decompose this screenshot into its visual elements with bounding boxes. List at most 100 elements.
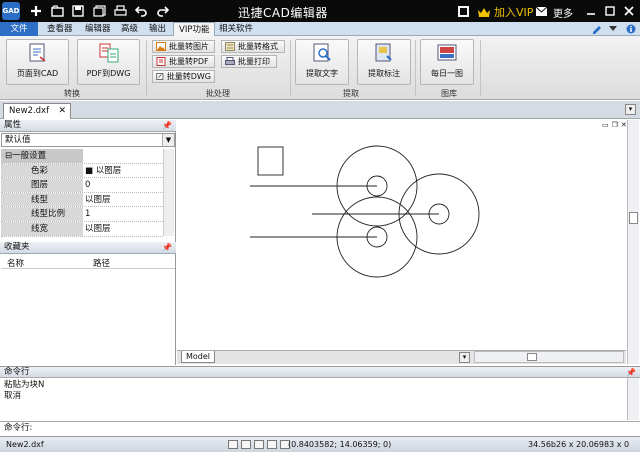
snap-icon[interactable] bbox=[228, 440, 238, 449]
ortho-icon[interactable] bbox=[254, 440, 264, 449]
settings-dropdown-icon[interactable] bbox=[606, 23, 620, 35]
group-separator bbox=[415, 40, 416, 96]
properties-scrollbar[interactable] bbox=[163, 149, 174, 236]
window-title: 迅捷CAD编辑器 bbox=[238, 6, 328, 20]
batch-to-image-button[interactable]: 批量转图片 bbox=[152, 40, 215, 53]
close-icon[interactable]: ✕ bbox=[621, 121, 627, 129]
polar-icon[interactable] bbox=[267, 440, 277, 449]
property-key: 色彩 bbox=[1, 163, 83, 178]
status-bar: New2.dxf (0.8403582; 14.06359; 0) 34.56b… bbox=[0, 436, 640, 452]
document-tab[interactable]: New2.dxf ✕ bbox=[3, 103, 71, 119]
status-drawing-size: 34.56b26 x 20.06983 x 0 bbox=[528, 440, 630, 449]
close-icon[interactable] bbox=[621, 3, 637, 19]
tab-vip[interactable]: VIP功能 bbox=[173, 22, 216, 37]
column-header-path[interactable]: 路径 bbox=[93, 257, 110, 269]
new-file-icon[interactable] bbox=[28, 3, 44, 19]
close-tab-icon[interactable]: ✕ bbox=[58, 104, 66, 118]
scroll-thumb[interactable] bbox=[527, 353, 537, 361]
pdf-to-dwg-button[interactable]: PDF到DWG bbox=[77, 39, 140, 85]
tab-file[interactable]: 文件 bbox=[0, 22, 38, 36]
tab-viewer[interactable]: 查看器 bbox=[42, 22, 78, 36]
pin-icon[interactable]: 📌 bbox=[162, 242, 172, 253]
print-icon[interactable] bbox=[112, 3, 128, 19]
pdf-to-dwg-icon bbox=[99, 43, 118, 63]
join-vip-label: 加入VIP bbox=[494, 6, 534, 19]
extract-dimension-button[interactable]: 提取标注 bbox=[357, 39, 411, 85]
column-header-name[interactable]: 名称 bbox=[7, 257, 24, 269]
tab-output[interactable]: 输出 bbox=[144, 22, 171, 36]
batch-to-dwg-label: 批量转DWG bbox=[166, 72, 211, 81]
extract-text-button[interactable]: 提取文字 bbox=[295, 39, 349, 85]
horizontal-scrollbar[interactable] bbox=[474, 351, 624, 363]
help-icon[interactable] bbox=[590, 23, 604, 35]
restore-icon[interactable]: ❐ bbox=[612, 121, 618, 129]
command-history-line: 取消 bbox=[4, 391, 22, 401]
properties-panel-header: 属性 📌 bbox=[0, 120, 176, 132]
batch-to-dwg-button[interactable]: 批量转DWG bbox=[152, 70, 215, 83]
property-value: ■ 以图层 bbox=[85, 165, 122, 176]
minimize-icon[interactable] bbox=[583, 3, 599, 19]
batch-convert-format-button[interactable]: 批量转格式 bbox=[221, 40, 285, 53]
batch-to-image-label: 批量转图片 bbox=[169, 42, 209, 51]
store-icon[interactable] bbox=[455, 3, 471, 19]
pin-icon[interactable]: 📌 bbox=[162, 120, 172, 131]
pdf-icon bbox=[156, 57, 166, 66]
command-history-line: 粘贴为块N bbox=[4, 380, 45, 390]
property-value: 以图层 bbox=[85, 194, 111, 205]
batch-print-button[interactable]: 批量打印 bbox=[221, 55, 277, 68]
tab-list-dropdown-icon[interactable]: ▾ bbox=[625, 104, 636, 115]
page-to-cad-icon bbox=[29, 43, 45, 62]
app-logo: GAD bbox=[2, 2, 20, 20]
tab-editor[interactable]: 编辑器 bbox=[80, 22, 116, 36]
command-scrollbar[interactable] bbox=[627, 378, 639, 420]
tab-advanced[interactable]: 高级 bbox=[116, 22, 143, 36]
drawing-canvas[interactable] bbox=[177, 120, 626, 350]
extract-dimension-label: 提取标注 bbox=[368, 69, 400, 78]
tab-model[interactable]: Model bbox=[181, 351, 215, 363]
group-label-extract: 提取 bbox=[343, 89, 359, 98]
group-label-gallery: 图库 bbox=[441, 89, 457, 98]
property-row-linetype[interactable]: 线型 以图层 bbox=[1, 192, 163, 208]
undo-icon[interactable] bbox=[133, 3, 149, 19]
command-input[interactable]: 命令行: bbox=[0, 421, 640, 435]
batch-to-pdf-button[interactable]: 批量转PDF bbox=[152, 55, 215, 68]
mail-icon[interactable] bbox=[533, 3, 549, 19]
image-icon bbox=[156, 42, 166, 51]
property-key: 线型 bbox=[1, 192, 83, 207]
group-separator bbox=[480, 40, 481, 96]
redo-icon[interactable] bbox=[154, 3, 170, 19]
save-icon[interactable] bbox=[70, 3, 86, 19]
pin-icon[interactable]: 📌 bbox=[626, 367, 636, 378]
status-toggle-icons bbox=[228, 440, 290, 449]
drawing-svg bbox=[250, 145, 480, 278]
open-icon[interactable] bbox=[49, 3, 65, 19]
save-all-icon[interactable] bbox=[91, 3, 107, 19]
property-row-color[interactable]: 色彩 ■ 以图层 bbox=[1, 163, 163, 179]
document-tab-strip: New2.dxf ✕ ▾ bbox=[0, 101, 640, 119]
page-to-cad-button[interactable]: 页面到CAD bbox=[6, 39, 69, 85]
scroll-thumb[interactable] bbox=[629, 212, 638, 224]
property-row-linetype-scale[interactable]: 线型比例 1 bbox=[1, 207, 163, 222]
vertical-scrollbar[interactable] bbox=[627, 120, 639, 364]
maximize-icon[interactable] bbox=[602, 3, 618, 19]
property-row-layer[interactable]: 图层 0 bbox=[1, 178, 163, 193]
tab-related-software[interactable]: 相关软件 bbox=[214, 22, 258, 36]
property-section-label: ⊟一般设置 bbox=[1, 149, 83, 163]
properties-filter-combo[interactable]: 默认值 ▼ bbox=[1, 133, 175, 147]
property-value: 以图层 bbox=[85, 224, 111, 234]
info-icon[interactable] bbox=[624, 23, 638, 35]
print-icon bbox=[225, 57, 235, 65]
status-coordinates: (0.8403582; 14.06359; 0) bbox=[288, 440, 392, 449]
join-vip-button[interactable]: 加入VIP bbox=[477, 4, 533, 20]
minimize-icon[interactable]: ▭ bbox=[602, 121, 609, 129]
favorites-panel-title: 收藏夹 bbox=[4, 242, 30, 252]
chevron-down-icon[interactable]: ▾ bbox=[459, 352, 470, 363]
property-row-lineweight[interactable]: 线宽 以图层 bbox=[1, 222, 163, 237]
canvas-window-controls: ▭ ❐ ✕ bbox=[602, 121, 627, 129]
property-section-general[interactable]: ⊟一般设置 bbox=[1, 149, 163, 164]
more-menu[interactable]: 更多 bbox=[553, 5, 573, 20]
crown-icon bbox=[478, 7, 490, 17]
ribbon: 页面到CAD PDF到DWG 转换 批量转图片 批量转PDF 批量转DWG 批量… bbox=[0, 36, 640, 100]
grid-icon[interactable] bbox=[241, 440, 251, 449]
daily-drawing-button[interactable]: 每日一图 bbox=[420, 39, 474, 85]
